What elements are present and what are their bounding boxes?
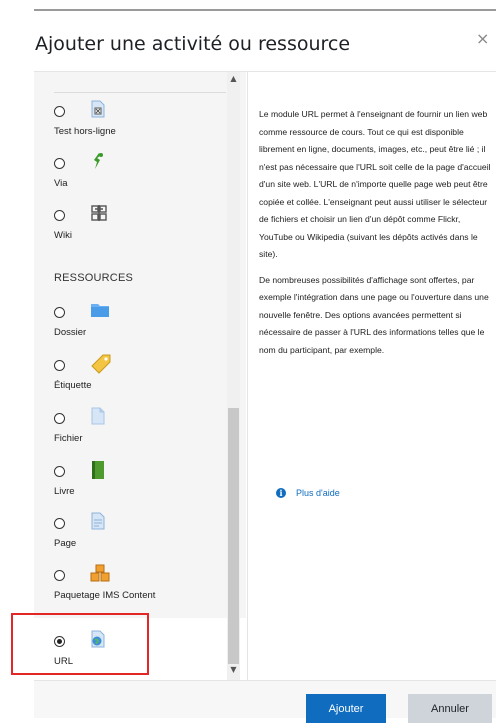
- wiki-icon: [90, 204, 108, 224]
- modal-footer: Ajouter Annuler: [34, 680, 496, 723]
- option-label: Étiquette: [54, 380, 92, 391]
- radio-button[interactable]: [54, 518, 65, 529]
- modal-title: Ajouter une activité ou ressource: [35, 33, 351, 55]
- add-button[interactable]: Ajouter: [306, 694, 386, 723]
- option-label: Via: [54, 178, 68, 189]
- radio-button[interactable]: [54, 466, 65, 477]
- option-label: Paquetage IMS Content: [54, 590, 156, 601]
- radio-button[interactable]: [54, 570, 65, 581]
- page-icon: [90, 512, 108, 532]
- folder-icon: [90, 301, 109, 321]
- option-label: Dossier: [54, 327, 87, 338]
- description-paragraph: De nombreuses possibilités d'affichage s…: [259, 274, 489, 355]
- book-icon: [90, 460, 108, 480]
- description-paragraph: Le module URL permet à l'enseignant de f…: [259, 109, 491, 259]
- list-scrollbar[interactable]: ▲ ▼: [227, 72, 240, 680]
- ims-package-icon: [90, 564, 110, 584]
- close-icon[interactable]: ×: [476, 29, 489, 48]
- option-label: Fichier: [54, 433, 83, 444]
- section-heading-resources: RESSOURCES: [54, 272, 134, 284]
- radio-button[interactable]: [54, 210, 65, 221]
- option-label: Wiki: [54, 230, 72, 241]
- option-label: Livre: [54, 486, 75, 497]
- radio-button[interactable]: [54, 106, 65, 117]
- annotation-highlight-box: [11, 613, 149, 675]
- help-link[interactable]: i Plus d'aide: [276, 488, 340, 498]
- info-icon: i: [276, 488, 286, 498]
- label-tag-icon: [90, 354, 111, 374]
- radio-button[interactable]: [54, 413, 65, 424]
- offline-quiz-icon: [90, 100, 108, 120]
- radio-button[interactable]: [54, 307, 65, 318]
- cancel-button[interactable]: Annuler: [408, 694, 492, 723]
- via-icon: [90, 152, 108, 172]
- modal-header: Ajouter une activité ou ressource ×: [34, 11, 496, 72]
- scroll-down-arrow-icon[interactable]: ▼: [227, 665, 240, 677]
- description-pane: Le module URL permet à l'enseignant de f…: [247, 72, 496, 680]
- module-description: Le module URL permet à l'enseignant de f…: [259, 106, 495, 367]
- activity-chooser-modal: Ajouter une activité ou ressource × Test…: [34, 11, 496, 723]
- option-label: Page: [54, 538, 77, 549]
- scroll-thumb[interactable]: [228, 408, 239, 664]
- scroll-up-arrow-icon[interactable]: ▲: [227, 74, 240, 86]
- radio-button[interactable]: [54, 158, 65, 169]
- options-list: Test hors-ligne Via Wiki RESSOURCES Doss…: [34, 72, 246, 680]
- file-icon: [90, 407, 108, 427]
- help-link-text[interactable]: Plus d'aide: [296, 488, 340, 498]
- option-label: Test hors-ligne: [54, 126, 116, 137]
- radio-button[interactable]: [54, 360, 65, 371]
- divider: [54, 92, 226, 93]
